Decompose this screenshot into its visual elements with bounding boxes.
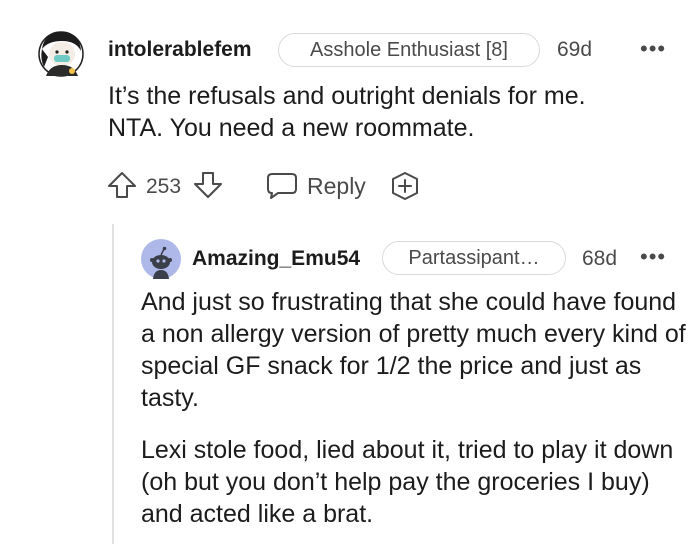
comment-body-line: It’s the refusals and outright denials f… (108, 82, 586, 110)
reply-user-avatar[interactable] (141, 239, 181, 279)
user-flair: Asshole Enthusiast [8] (278, 33, 540, 67)
reply-body: And just so frustrating that she could h… (141, 286, 689, 550)
speech-bubble-icon[interactable] (265, 170, 299, 200)
reply-more-options-button[interactable]: ••• (640, 244, 666, 270)
reply-user-flair: Partassipant… (382, 241, 566, 275)
comment-age: 69d (557, 38, 593, 61)
reply-paragraph: Lexi stole food, lied about it, tried to… (141, 436, 674, 528)
award-plus-icon[interactable] (389, 170, 421, 202)
reply-button[interactable]: Reply (307, 173, 366, 200)
reply-username[interactable]: Amazing_Emu54 (192, 247, 360, 271)
comment-body-line: NTA. You need a new roommate. (108, 114, 475, 142)
upvote-arrow-icon[interactable] (106, 170, 138, 200)
user-avatar[interactable] (36, 27, 86, 81)
thread-line[interactable] (112, 224, 114, 544)
vote-score: 253 (146, 175, 182, 198)
downvote-arrow-icon[interactable] (192, 170, 224, 200)
reply-age: 68d (582, 247, 618, 270)
comment-username[interactable]: intolerablefem (108, 38, 252, 62)
reply-paragraph: And just so frustrating that she could h… (141, 288, 686, 412)
comment-body: It’s the refusals and outright denials f… (108, 80, 688, 144)
more-options-button[interactable]: ••• (640, 36, 666, 62)
